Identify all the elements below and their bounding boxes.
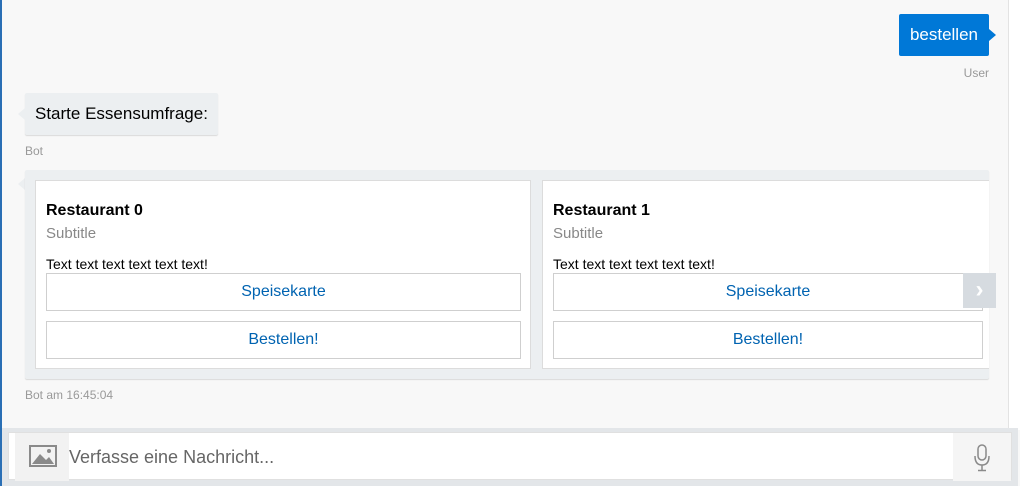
restaurant-card-0: Restaurant 0 Subtitle Text text text tex…	[35, 180, 531, 369]
image-icon	[29, 445, 57, 467]
chevron-right-icon[interactable]: ›	[963, 273, 996, 308]
speisekarte-button[interactable]: Speisekarte	[46, 273, 521, 311]
card-subtitle: Subtitle	[46, 225, 97, 242]
card-subtitle: Subtitle	[553, 225, 604, 242]
restaurant-card-1: Restaurant 1 Subtitle Text text text tex…	[542, 180, 989, 369]
user-message-bubble: bestellen	[898, 14, 997, 56]
chat-history: bestellen User Starte Essensumfrage: Bot…	[2, 0, 1008, 428]
speisekarte-button[interactable]: Speisekarte	[553, 273, 983, 311]
upload-image-button[interactable]	[15, 433, 69, 481]
message-input[interactable]	[69, 433, 949, 481]
user-message-text: bestellen	[909, 25, 978, 44]
card-title: Restaurant 0	[46, 202, 143, 219]
microphone-icon	[974, 444, 990, 472]
bestellen-button[interactable]: Bestellen!	[46, 321, 521, 359]
scrollbar-track[interactable]	[1008, 0, 1020, 430]
card-text: Text text text text text text!	[553, 256, 715, 272]
bot-message-sender: Bot	[25, 144, 44, 158]
composer	[8, 432, 1012, 481]
bot-message-bubble: Starte Essensumfrage:	[18, 93, 218, 135]
bot-message-text: Starte Essensumfrage:	[35, 104, 208, 123]
carousel-notch	[18, 178, 25, 190]
hero-card-carousel: Restaurant 0 Subtitle Text text text tex…	[25, 170, 989, 379]
user-message-sender: User	[963, 66, 989, 80]
bestellen-button[interactable]: Bestellen!	[553, 321, 983, 359]
card-text: Text text text text text text!	[46, 256, 208, 272]
composer-bar	[2, 428, 1018, 486]
carousel-timestamp: Bot am 16:45:04	[25, 388, 114, 402]
card-title: Restaurant 1	[553, 202, 650, 219]
microphone-button[interactable]	[953, 433, 1011, 481]
